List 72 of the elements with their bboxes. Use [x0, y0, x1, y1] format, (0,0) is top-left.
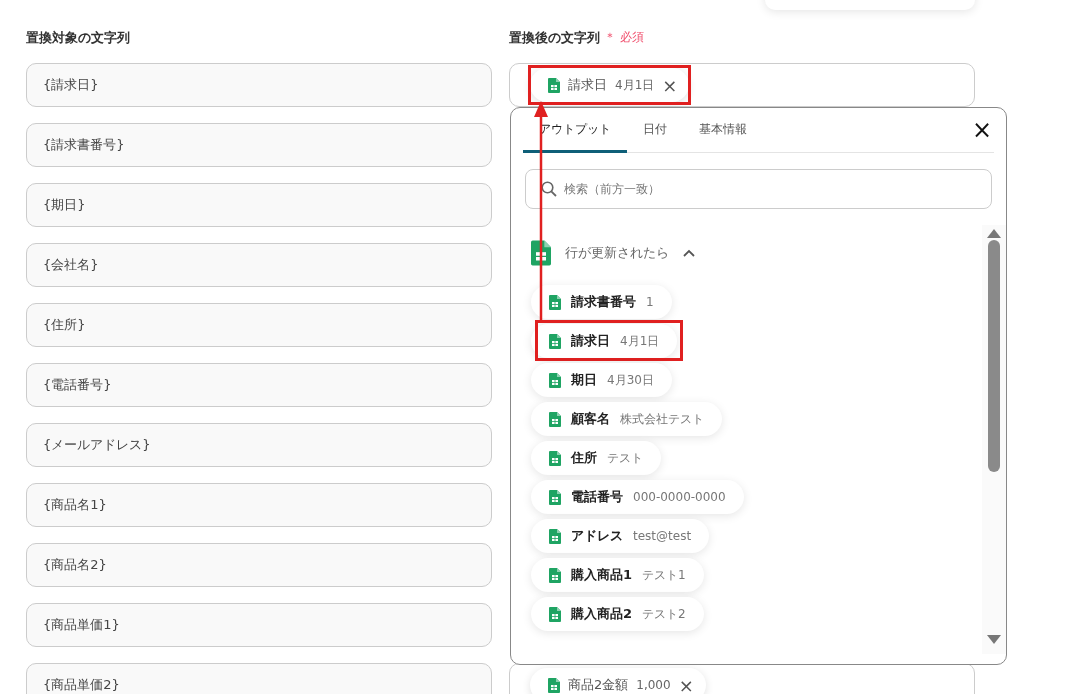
variable-item[interactable]: 購入商品1 テスト1 [531, 558, 704, 592]
variable-item[interactable]: 期日 4月30日 [531, 363, 672, 397]
input-field[interactable]: {電話番号} [26, 363, 492, 407]
tab[interactable]: 日付 [627, 108, 683, 153]
item-name: 顧客名 [571, 410, 610, 428]
input-field[interactable]: 商品2金額 1,000 × [509, 663, 975, 694]
item-name: 購入商品1 [571, 566, 633, 584]
item-name: 請求書番号 [571, 293, 636, 311]
remove-button[interactable]: × [662, 74, 678, 96]
input-field[interactable]: {会社名} [26, 243, 492, 287]
input-field[interactable]: {期日} [26, 183, 492, 227]
item-value: 株式会社テスト [620, 410, 704, 428]
remove-button[interactable]: × [678, 674, 694, 694]
spreadsheet-icon [549, 489, 561, 505]
variable-item[interactable]: 顧客名 株式会社テスト [531, 402, 722, 436]
item-value: テスト1 [642, 566, 686, 584]
item-value: 000-0000-0000 [633, 490, 726, 504]
search-field[interactable]: 検索（前方一致） [525, 169, 992, 209]
caret-icon[interactable] [683, 249, 695, 257]
spreadsheet-icon [549, 567, 561, 583]
chip-name: 商品2金額 [568, 676, 629, 694]
variable-item[interactable]: 請求書番号 1 [531, 285, 672, 319]
input-field[interactable]: {請求日} [26, 63, 492, 107]
spreadsheet-icon [548, 77, 560, 93]
item-value: 1 [646, 295, 654, 309]
input-field[interactable]: {商品名2} [26, 543, 492, 587]
input-field[interactable]: 請求日 4月1日 × [509, 63, 975, 107]
required-mark: ＊ [604, 29, 616, 46]
item-value: テスト [607, 449, 643, 467]
tab[interactable]: 基本情報 [683, 108, 763, 153]
input-field[interactable]: {住所} [26, 303, 492, 347]
spreadsheet-icon [549, 606, 561, 622]
chip-name: 請求日 [568, 76, 607, 94]
spreadsheet-icon [549, 294, 561, 310]
input-field[interactable]: {商品単価2} [26, 663, 492, 694]
spreadsheet-icon [548, 677, 560, 693]
input-field[interactable]: {メールアドレス} [26, 423, 492, 467]
spreadsheet-icon [549, 411, 561, 427]
item-name: 住所 [571, 449, 597, 467]
field-label: 置換後の文字列 [509, 28, 600, 47]
field-label: 置換対象の文字列 [26, 28, 131, 47]
item-name: 期日 [571, 371, 597, 389]
item-value: 4月30日 [607, 371, 654, 389]
item-name: 電話番号 [571, 488, 623, 506]
variable-item[interactable]: 電話番号 000-0000-0000 [531, 480, 744, 514]
variable-item[interactable]: 購入商品2 テスト2 [531, 597, 704, 631]
item-value: テスト2 [642, 605, 686, 623]
spreadsheet-icon [549, 450, 561, 466]
spreadsheet-icon [549, 372, 561, 388]
item-value: test@test [633, 529, 692, 543]
input-field[interactable]: {請求書番号} [26, 123, 492, 167]
variable-chip[interactable]: 請求日 4月1日 × [530, 68, 690, 102]
scroll-up-icon[interactable] [987, 229, 1001, 238]
group-title: 行が更新されたら [565, 244, 669, 262]
item-name: 請求日 [571, 332, 610, 350]
variable-item[interactable]: アドレス test@test [531, 519, 710, 553]
spreadsheet-icon [549, 528, 561, 544]
variable-chip[interactable]: 商品2金額 1,000 × [530, 668, 706, 694]
input-field[interactable]: {商品名1} [26, 483, 492, 527]
spreadsheet-icon [549, 333, 561, 349]
chip-value: 4月1日 [615, 76, 655, 94]
scroll-down-icon[interactable] [987, 635, 1001, 644]
item-name: 購入商品2 [571, 605, 633, 623]
item-value: 4月1日 [620, 332, 660, 350]
close-button[interactable]: × [971, 118, 992, 142]
input-field[interactable]: {商品単価1} [26, 603, 492, 647]
scrollbar[interactable] [982, 225, 1006, 654]
required-tag: 必須 [620, 29, 644, 46]
item-name: アドレス [571, 527, 623, 545]
variable-item[interactable]: 請求日 4月1日 [531, 324, 678, 358]
chip-value: 1,000 [636, 678, 671, 692]
variable-item[interactable]: 住所 テスト [531, 441, 661, 475]
